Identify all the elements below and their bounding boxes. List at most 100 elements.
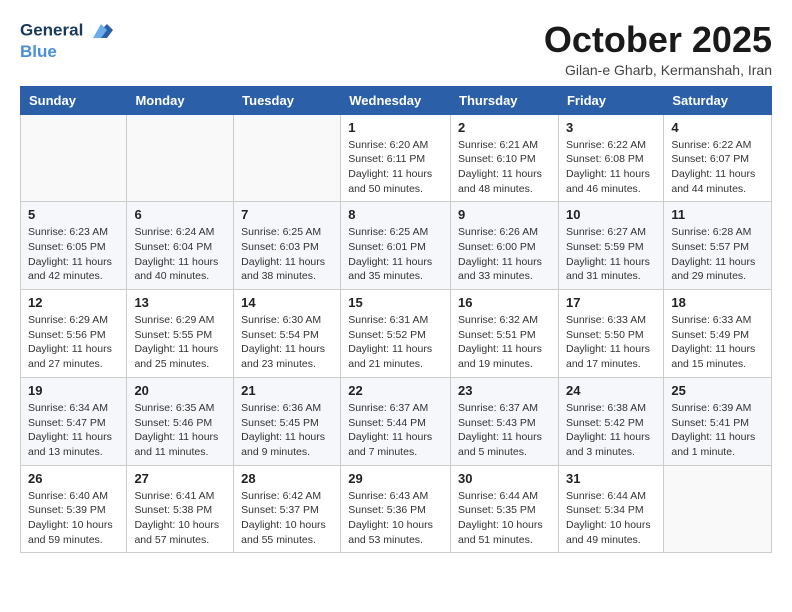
calendar-header-row: SundayMondayTuesdayWednesdayThursdayFrid…: [21, 86, 772, 114]
day-info: Sunrise: 6:28 AM Sunset: 5:57 PM Dayligh…: [671, 225, 764, 284]
day-info: Sunrise: 6:41 AM Sunset: 5:38 PM Dayligh…: [134, 489, 226, 548]
calendar-cell: 31 Sunrise: 6:44 AM Sunset: 5:34 PM Dayli…: [558, 465, 663, 553]
day-number: 17: [566, 295, 656, 310]
calendar-cell: 7 Sunrise: 6:25 AM Sunset: 6:03 PM Daylig…: [234, 202, 341, 290]
calendar-cell: 6Sunrise: 6:24 AM Sunset: 6:04 PM Daylig…: [127, 202, 234, 290]
calendar-week-row: 19 Sunrise: 6:34 AM Sunset: 5:47 PM Dayli…: [21, 377, 772, 465]
calendar-cell: 10 Sunrise: 6:27 AM Sunset: 5:59 PM Dayli…: [558, 202, 663, 290]
calendar-cell: 19 Sunrise: 6:34 AM Sunset: 5:47 PM Dayli…: [21, 377, 127, 465]
calendar-cell: 23 Sunrise: 6:37 AM Sunset: 5:43 PM Dayli…: [451, 377, 559, 465]
day-number: 24: [566, 383, 656, 398]
day-info: Sunrise: 6:42 AM Sunset: 5:37 PM Dayligh…: [241, 489, 333, 548]
day-number: 6: [134, 207, 226, 222]
calendar-cell: 4Sunrise: 6:22 AM Sunset: 6:07 PM Daylig…: [664, 114, 772, 202]
day-number: 18: [671, 295, 764, 310]
day-info: Sunrise: 6:34 AM Sunset: 5:47 PM Dayligh…: [28, 401, 119, 460]
day-number: 19: [28, 383, 119, 398]
calendar-cell: 29 Sunrise: 6:43 AM Sunset: 5:36 PM Dayli…: [341, 465, 451, 553]
calendar-cell: 26 Sunrise: 6:40 AM Sunset: 5:39 PM Dayli…: [21, 465, 127, 553]
day-info: Sunrise: 6:35 AM Sunset: 5:46 PM Dayligh…: [134, 401, 226, 460]
calendar-cell: 3Sunrise: 6:22 AM Sunset: 6:08 PM Daylig…: [558, 114, 663, 202]
weekday-header: Sunday: [21, 86, 127, 114]
day-info: Sunrise: 6:20 AM Sunset: 6:11 PM Dayligh…: [348, 138, 443, 197]
day-number: 29: [348, 471, 443, 486]
page-title: October 2025: [544, 20, 772, 60]
calendar-cell: [127, 114, 234, 202]
day-info: Sunrise: 6:25 AM Sunset: 6:01 PM Dayligh…: [348, 225, 443, 284]
calendar-cell: 25 Sunrise: 6:39 AM Sunset: 5:41 PM Dayli…: [664, 377, 772, 465]
day-info: Sunrise: 6:40 AM Sunset: 5:39 PM Dayligh…: [28, 489, 119, 548]
weekday-header: Tuesday: [234, 86, 341, 114]
day-info: Sunrise: 6:21 AM Sunset: 6:10 PM Dayligh…: [458, 138, 551, 197]
calendar-cell: 5 Sunrise: 6:23 AM Sunset: 6:05 PM Daylig…: [21, 202, 127, 290]
day-number: 1: [348, 120, 443, 135]
day-info: Sunrise: 6:32 AM Sunset: 5:51 PM Dayligh…: [458, 313, 551, 372]
day-number: 16: [458, 295, 551, 310]
day-number: 13: [134, 295, 226, 310]
header: General Blue October 2025 Gilan-e Gharb,…: [20, 20, 772, 78]
weekday-header: Monday: [127, 86, 234, 114]
day-info: Sunrise: 6:30 AM Sunset: 5:54 PM Dayligh…: [241, 313, 333, 372]
logo: General Blue: [20, 20, 113, 62]
weekday-header: Friday: [558, 86, 663, 114]
calendar-cell: [21, 114, 127, 202]
calendar-cell: 20 Sunrise: 6:35 AM Sunset: 5:46 PM Dayli…: [127, 377, 234, 465]
weekday-header: Thursday: [451, 86, 559, 114]
day-info: Sunrise: 6:37 AM Sunset: 5:44 PM Dayligh…: [348, 401, 443, 460]
calendar-cell: 17 Sunrise: 6:33 AM Sunset: 5:50 PM Dayli…: [558, 290, 663, 378]
calendar-cell: 16 Sunrise: 6:32 AM Sunset: 5:51 PM Dayli…: [451, 290, 559, 378]
day-number: 20: [134, 383, 226, 398]
logo-text: General Blue: [20, 20, 113, 62]
day-info: Sunrise: 6:44 AM Sunset: 5:34 PM Dayligh…: [566, 489, 656, 548]
day-number: 7: [241, 207, 333, 222]
calendar-cell: 2Sunrise: 6:21 AM Sunset: 6:10 PM Daylig…: [451, 114, 559, 202]
day-info: Sunrise: 6:33 AM Sunset: 5:50 PM Dayligh…: [566, 313, 656, 372]
day-number: 26: [28, 471, 119, 486]
calendar-cell: 18Sunrise: 6:33 AM Sunset: 5:49 PM Dayli…: [664, 290, 772, 378]
calendar-cell: 9Sunrise: 6:26 AM Sunset: 6:00 PM Daylig…: [451, 202, 559, 290]
day-info: Sunrise: 6:37 AM Sunset: 5:43 PM Dayligh…: [458, 401, 551, 460]
day-number: 11: [671, 207, 764, 222]
day-number: 5: [28, 207, 119, 222]
day-info: Sunrise: 6:23 AM Sunset: 6:05 PM Dayligh…: [28, 225, 119, 284]
calendar-cell: 12 Sunrise: 6:29 AM Sunset: 5:56 PM Dayli…: [21, 290, 127, 378]
logo-icon: [85, 20, 115, 42]
day-info: Sunrise: 6:44 AM Sunset: 5:35 PM Dayligh…: [458, 489, 551, 548]
calendar-cell: 28Sunrise: 6:42 AM Sunset: 5:37 PM Dayli…: [234, 465, 341, 553]
day-info: Sunrise: 6:29 AM Sunset: 5:56 PM Dayligh…: [28, 313, 119, 372]
day-number: 8: [348, 207, 443, 222]
day-number: 30: [458, 471, 551, 486]
calendar-cell: 1 Sunrise: 6:20 AM Sunset: 6:11 PM Daylig…: [341, 114, 451, 202]
day-number: 3: [566, 120, 656, 135]
day-info: Sunrise: 6:39 AM Sunset: 5:41 PM Dayligh…: [671, 401, 764, 460]
calendar-cell: [664, 465, 772, 553]
day-number: 25: [671, 383, 764, 398]
day-number: 21: [241, 383, 333, 398]
day-number: 14: [241, 295, 333, 310]
day-info: Sunrise: 6:38 AM Sunset: 5:42 PM Dayligh…: [566, 401, 656, 460]
day-number: 31: [566, 471, 656, 486]
day-number: 15: [348, 295, 443, 310]
day-number: 12: [28, 295, 119, 310]
calendar-cell: 27Sunrise: 6:41 AM Sunset: 5:38 PM Dayli…: [127, 465, 234, 553]
day-info: Sunrise: 6:22 AM Sunset: 6:07 PM Dayligh…: [671, 138, 764, 197]
day-info: Sunrise: 6:29 AM Sunset: 5:55 PM Dayligh…: [134, 313, 226, 372]
day-info: Sunrise: 6:26 AM Sunset: 6:00 PM Dayligh…: [458, 225, 551, 284]
day-number: 10: [566, 207, 656, 222]
weekday-header: Saturday: [664, 86, 772, 114]
day-number: 23: [458, 383, 551, 398]
day-number: 22: [348, 383, 443, 398]
day-info: Sunrise: 6:43 AM Sunset: 5:36 PM Dayligh…: [348, 489, 443, 548]
title-section: October 2025 Gilan-e Gharb, Kermanshah, …: [544, 20, 772, 78]
day-info: Sunrise: 6:36 AM Sunset: 5:45 PM Dayligh…: [241, 401, 333, 460]
calendar-cell: 14 Sunrise: 6:30 AM Sunset: 5:54 PM Dayli…: [234, 290, 341, 378]
calendar-cell: 22 Sunrise: 6:37 AM Sunset: 5:44 PM Dayli…: [341, 377, 451, 465]
calendar-table: SundayMondayTuesdayWednesdayThursdayFrid…: [20, 86, 772, 554]
calendar-cell: 13 Sunrise: 6:29 AM Sunset: 5:55 PM Dayli…: [127, 290, 234, 378]
page-subtitle: Gilan-e Gharb, Kermanshah, Iran: [544, 62, 772, 78]
day-info: Sunrise: 6:27 AM Sunset: 5:59 PM Dayligh…: [566, 225, 656, 284]
day-info: Sunrise: 6:25 AM Sunset: 6:03 PM Dayligh…: [241, 225, 333, 284]
calendar-week-row: 1 Sunrise: 6:20 AM Sunset: 6:11 PM Daylig…: [21, 114, 772, 202]
calendar-cell: 24 Sunrise: 6:38 AM Sunset: 5:42 PM Dayli…: [558, 377, 663, 465]
calendar-week-row: 12 Sunrise: 6:29 AM Sunset: 5:56 PM Dayli…: [21, 290, 772, 378]
